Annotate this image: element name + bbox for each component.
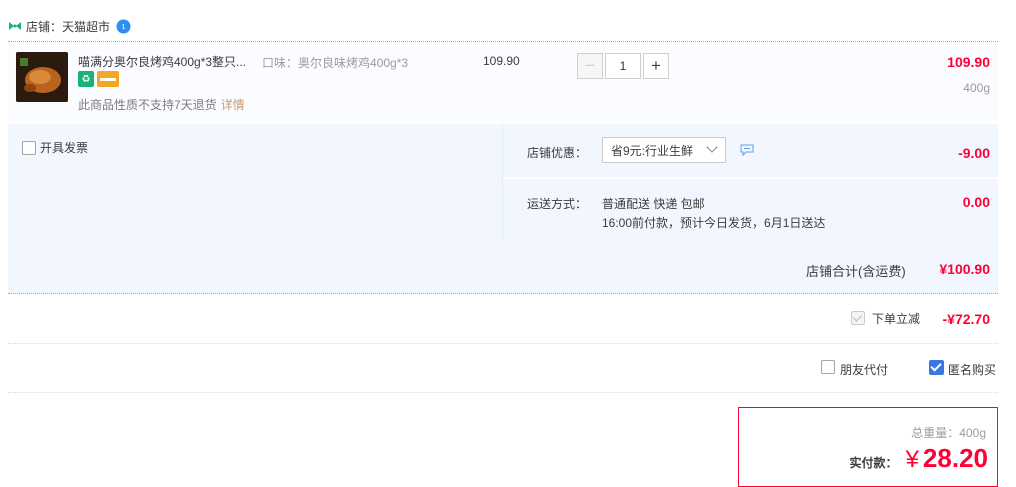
spec-value: 奥尔良味烤鸡400g*3 [298, 56, 409, 70]
chevron-down-icon [706, 141, 718, 153]
coupon-select[interactable]: 省9元:行业生鲜 [602, 137, 726, 163]
product-spec: 口味：奥尔良味烤鸡400g*3 [262, 54, 408, 71]
wangwang-chat-icon[interactable]: 1 [116, 19, 131, 34]
card-badge-icon[interactable] [97, 71, 119, 87]
no-return-notice: 此商品性质不支持7天退货 详情 [78, 96, 245, 113]
unit-price: 109.90 [483, 54, 520, 68]
message-icon[interactable] [740, 144, 754, 156]
anonymous-checkbox[interactable] [929, 360, 944, 375]
discount-amount: -¥72.70 [942, 311, 990, 327]
subtotal-amount: ¥100.90 [939, 261, 990, 277]
discount-label: 下单立减 [872, 312, 921, 326]
actual-payment: 实付款： ¥ 28.20 [850, 443, 988, 474]
total-weight-label: 总重量： [911, 426, 960, 440]
subtotal-divider [8, 293, 998, 294]
order-options-panel [8, 124, 998, 242]
decrease-quantity-button[interactable]: − [577, 53, 603, 79]
anonymous-label[interactable]: 匿名购买 [948, 361, 996, 378]
shipping-method: 普通配送 快递 包邮 [602, 197, 705, 211]
currency-symbol: ¥ [905, 446, 919, 473]
actual-payment-label: 实付款： [849, 456, 898, 470]
spec-label: 口味： [262, 56, 299, 70]
shipping-amount: 0.00 [962, 194, 990, 210]
invoice-label[interactable]: 开具发票 [40, 139, 88, 156]
options-divider [8, 392, 998, 393]
panel-row-divider [503, 177, 998, 179]
product-title[interactable]: 喵满分奥尔良烤鸡400g*3整只... [78, 53, 246, 70]
shop-header: 店铺：天猫超市 1 [8, 14, 131, 38]
product-thumbnail[interactable] [16, 52, 68, 102]
actual-payment-amount: 28.20 [922, 443, 988, 473]
quantity-stepper: − 1 + [577, 53, 669, 79]
service-badge-icon[interactable]: ♻ [78, 71, 94, 87]
quantity-input[interactable]: 1 [605, 53, 641, 79]
svg-text:1: 1 [122, 24, 126, 31]
tmall-logo-icon [9, 22, 21, 30]
friend-pay-checkbox[interactable] [821, 360, 835, 374]
shipping-estimate: 16:00前付款，预计今日发货，6月1日送达 [602, 216, 826, 230]
total-weight-value: 400g [959, 426, 986, 440]
increase-quantity-button[interactable]: + [643, 53, 669, 79]
discount-divider [8, 343, 998, 344]
no-return-text: 此商品性质不支持7天退货 [78, 98, 217, 112]
service-badges: ♻ [78, 71, 119, 87]
discount-checkbox [851, 311, 865, 325]
friend-pay-label[interactable]: 朋友代付 [840, 361, 888, 378]
invoice-checkbox[interactable] [22, 140, 36, 155]
shipping-label: 运送方式： [527, 197, 588, 211]
invoice-option[interactable]: 开具发票 [22, 139, 88, 156]
coupon-amount: -9.00 [958, 145, 990, 161]
shop-name[interactable]: 店铺：天猫超市 [26, 18, 110, 35]
panel-divider [502, 124, 503, 240]
item-weight: 400g [963, 81, 990, 95]
total-weight: 总重量：400g [911, 424, 986, 441]
item-total-price: 109.90 [947, 54, 990, 70]
detail-link[interactable]: 详情 [221, 98, 245, 112]
subtotal-label: 店铺合计(含运费) [806, 264, 906, 279]
coupon-selected-value: 省9元:行业生鲜 [611, 143, 694, 158]
coupon-label: 店铺优惠： [527, 146, 588, 160]
